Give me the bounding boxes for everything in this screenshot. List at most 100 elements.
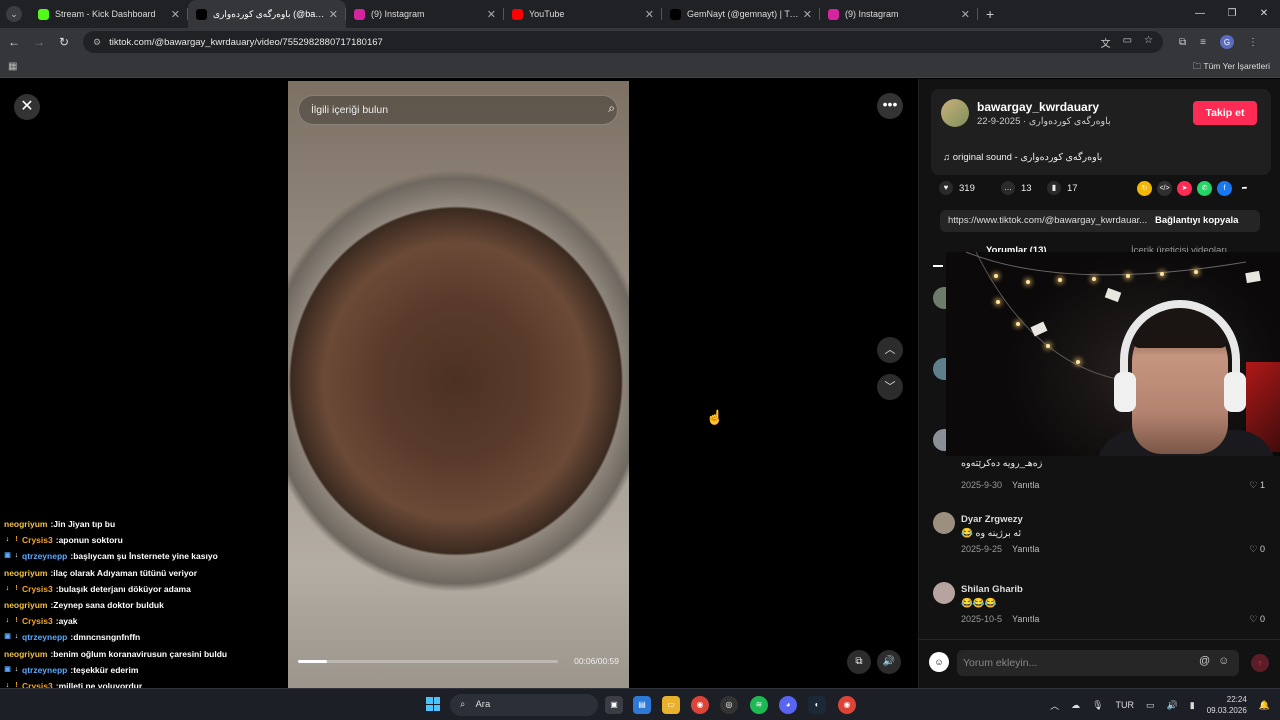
browser-tab[interactable]: YouTube ✕	[504, 0, 662, 28]
embed-icon[interactable]: </>	[1157, 181, 1172, 196]
maximize-button[interactable]: ❐	[1216, 0, 1248, 28]
facebook-icon[interactable]: f	[1217, 181, 1232, 196]
apps-grid-icon[interactable]: ▦	[8, 61, 17, 72]
profile-avatar[interactable]: G	[1219, 35, 1234, 49]
tab-search-button[interactable]: ⌄	[6, 6, 22, 22]
close-tab-icon[interactable]: ✕	[961, 8, 970, 21]
spotify-icon[interactable]: ≋	[750, 696, 768, 714]
menu-icon[interactable]: ⋮	[1248, 37, 1258, 48]
sound-link[interactable]: ♫ original sound - باوەرگەی کوردەواری	[943, 152, 1102, 163]
video-player[interactable]: İlgili içeriği bulun ⌕ 00:06/00:59	[288, 81, 629, 688]
copy-link-button[interactable]: Bağlantıyı kopyala	[1155, 210, 1238, 232]
chat-username: neogriyum	[4, 648, 48, 659]
store-icon[interactable]: ▤	[633, 696, 651, 714]
bookmark-star-icon[interactable]: ☆	[1144, 35, 1153, 50]
notifications-icon[interactable]: 🔔	[1259, 700, 1270, 711]
commenter-name[interactable]: Shilan Gharib	[961, 584, 1023, 595]
media-controls-icon[interactable]: ≡	[1200, 37, 1206, 48]
comment-like-button[interactable]: ♡ 1	[1249, 480, 1265, 491]
follow-button[interactable]: Takip et	[1193, 101, 1257, 125]
discord-icon[interactable]: ◕	[779, 696, 797, 714]
new-tab-button[interactable]: +	[986, 6, 994, 22]
close-tab-icon[interactable]: ✕	[487, 8, 496, 21]
save-button[interactable]: ▮ 17	[1047, 181, 1078, 195]
address-bar[interactable]: ⚙ tiktok.com/@bawargay_kwrdauary/video/7…	[83, 31, 1163, 53]
share-arrow-icon[interactable]: ➦	[1237, 181, 1252, 196]
post-comment-button[interactable]: ↑	[1251, 654, 1269, 672]
browser-tab[interactable]: GemNayt (@gemnayt) | TikTok ✕	[662, 0, 820, 28]
network-icon[interactable]: ▭	[1146, 700, 1155, 711]
translate-icon[interactable]: 文	[1101, 35, 1111, 50]
like-button[interactable]: ♥ 319	[939, 181, 975, 195]
comment-like-button[interactable]: ♡ 0	[1249, 614, 1265, 625]
close-tab-icon[interactable]: ✕	[645, 8, 654, 21]
extensions-icon[interactable]: ⧉	[1179, 37, 1186, 48]
taskbar-search[interactable]: ⌕ Ara	[450, 694, 598, 716]
comment-meta: 2025-9-25 Yanıtla	[961, 544, 1039, 554]
search-icon[interactable]: ⌕	[608, 101, 615, 116]
commenter-avatar[interactable]	[933, 512, 955, 534]
more-options-button[interactable]: •••	[877, 93, 903, 119]
browser-tab[interactable]: باوەرگەی کوردەواری (@bawargay... ✕	[188, 0, 346, 28]
repost-icon[interactable]: ↻	[1137, 181, 1152, 196]
all-bookmarks-button[interactable]: 🗀 Tüm Yer İşaretleri	[1193, 61, 1270, 75]
commenter-name[interactable]: Dyar Zrgwezy	[961, 514, 1023, 525]
volume-icon[interactable]: 🔊	[1167, 700, 1178, 711]
site-info-icon[interactable]: ⚙	[93, 37, 101, 48]
send-icon[interactable]: ➤	[1177, 181, 1192, 196]
sub-badge-icon: ▣	[4, 633, 11, 641]
browser-tab[interactable]: Stream - Kick Dashboard ✕	[30, 0, 188, 28]
video-progress-bar[interactable]	[298, 660, 558, 663]
previous-video-button[interactable]: ︿	[877, 337, 903, 363]
volume-button[interactable]: 🔊	[877, 650, 901, 674]
tray-overflow-icon[interactable]: ︿	[1050, 699, 1059, 712]
forward-button[interactable]: →	[28, 35, 50, 49]
chrome-icon[interactable]: ◉	[691, 696, 709, 714]
comment-input[interactable]: Yorum ekleyin...	[957, 650, 1239, 676]
next-video-button[interactable]: ﹀	[877, 374, 903, 400]
chrome-icon[interactable]: ◉	[838, 696, 856, 714]
language-indicator[interactable]: TUR	[1116, 700, 1135, 710]
microphone-icon[interactable]: 🎙	[1092, 700, 1103, 711]
comment-like-count: 0	[1259, 614, 1265, 624]
floating-player-button[interactable]: ⧉	[847, 650, 871, 674]
cast-icon[interactable]: ▭	[1123, 35, 1132, 50]
minimize-button[interactable]: —	[1184, 0, 1216, 28]
comment-button[interactable]: … 13	[1001, 181, 1032, 195]
task-view-icon[interactable]: ▣	[605, 696, 623, 714]
cloud-icon[interactable]: ☁	[1071, 700, 1080, 711]
heart-outline-icon: ♡	[1249, 614, 1260, 624]
commenter-avatar[interactable]	[933, 582, 955, 604]
close-tab-icon[interactable]: ✕	[171, 8, 180, 21]
browser-tab[interactable]: (9) Instagram ✕	[346, 0, 504, 28]
user-avatar[interactable]: ☺	[929, 652, 949, 672]
close-window-button[interactable]: ✕	[1248, 0, 1280, 28]
creator-avatar[interactable]	[941, 99, 969, 127]
mention-icon[interactable]: @	[1199, 655, 1210, 667]
comment-avatar[interactable]	[933, 287, 947, 309]
creator-username[interactable]: bawargay_kwrdauary	[977, 100, 1099, 114]
file-explorer-icon[interactable]: ▭	[662, 696, 680, 714]
chat-username: Crysis3	[22, 616, 53, 627]
close-tab-icon[interactable]: ✕	[803, 8, 812, 21]
steam-icon[interactable]: ◐	[808, 696, 826, 714]
browser-tab[interactable]: (9) Instagram ✕	[820, 0, 978, 28]
whatsapp-icon[interactable]: ✆	[1197, 181, 1212, 196]
clock[interactable]: 22:24 09.03.2026	[1207, 694, 1247, 716]
emoji-icon[interactable]: ☺	[1218, 655, 1229, 667]
close-tab-icon[interactable]: ✕	[329, 8, 338, 21]
comment-avatar[interactable]	[933, 429, 947, 451]
comment-avatar[interactable]	[933, 358, 947, 380]
close-video-button[interactable]: ✕	[14, 94, 40, 120]
reply-button[interactable]: Yanıtla	[1012, 480, 1039, 490]
back-button[interactable]: ←	[3, 35, 25, 49]
battery-icon[interactable]: ▮	[1190, 700, 1195, 711]
start-button[interactable]	[426, 697, 440, 711]
app-icon[interactable]: ◎	[720, 696, 738, 714]
reply-button[interactable]: Yanıtla	[1012, 544, 1039, 554]
reload-button[interactable]: ↻	[53, 35, 75, 49]
reply-button[interactable]: Yanıtla	[1012, 614, 1039, 624]
related-search-input[interactable]: İlgili içeriği bulun	[298, 95, 618, 125]
comment-like-button[interactable]: ♡ 0	[1249, 544, 1265, 555]
vip-badge-icon: !	[15, 584, 18, 592]
